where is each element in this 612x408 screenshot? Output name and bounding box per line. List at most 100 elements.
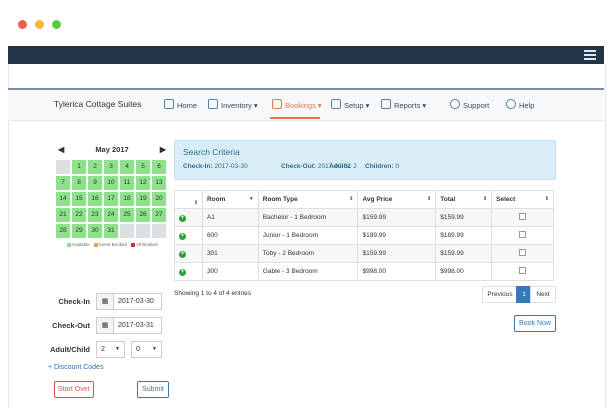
bookings-icon [272, 99, 282, 109]
calendar-day[interactable]: 23 [88, 208, 102, 222]
table-row: + 301 Toby - 2 Bedroom $159.99 $159.99 [174, 244, 554, 263]
chevron-down-icon: ▼ [115, 346, 120, 352]
calendar-day[interactable]: 20 [152, 192, 166, 206]
nav-home-label: Home [177, 101, 198, 110]
calendar-day[interactable]: 6 [152, 160, 166, 174]
checkin-label: Check-In [58, 297, 90, 306]
adults-value: 2 [101, 346, 105, 353]
calendar-empty-cell [56, 160, 70, 174]
children-select[interactable]: 0 ▼ [131, 341, 162, 358]
calendar-day[interactable]: 29 [72, 224, 86, 238]
calendar-day[interactable]: 10 [104, 176, 118, 190]
calendar-day[interactable]: 17 [104, 192, 118, 206]
calendar-day[interactable]: 11 [120, 176, 134, 190]
select-checkbox[interactable] [519, 267, 527, 274]
room-type-cell: Junior - 1 Bedroom [257, 226, 359, 245]
avg-price-cell: $159.99 [357, 244, 437, 263]
globe-icon [450, 99, 460, 109]
select-column-header[interactable]: Select ⇕ [491, 190, 554, 209]
nav-inventory[interactable]: Inventory ▾ [208, 99, 258, 110]
room-type-cell: Bachelor - 1 Bedroom [257, 208, 359, 227]
select-header-label: Select [496, 196, 516, 203]
calendar-day[interactable]: 3 [104, 160, 118, 174]
brand-name[interactable]: Tylerica Cottage Suites [54, 99, 141, 109]
calendar-day[interactable]: 19 [136, 192, 150, 206]
legend-all-booked-label: All Booked [135, 242, 158, 247]
calendar-day[interactable]: 14 [56, 192, 70, 206]
total-cell: $189.99 [435, 226, 493, 245]
calendar-day[interactable]: 12 [136, 176, 150, 190]
close-window-dot[interactable] [18, 20, 27, 29]
legend-some-booked-label: Some Booked [98, 242, 127, 247]
room-type-column-header[interactable]: Room Type ⇕ [257, 190, 359, 209]
select-checkbox[interactable] [519, 249, 527, 256]
calendar-day[interactable]: 4 [120, 160, 134, 174]
calendar-day[interactable]: 1 [72, 160, 86, 174]
calendar-day[interactable]: 8 [72, 176, 86, 190]
criteria-adults-value: 2 [353, 163, 357, 170]
calendar-next-icon[interactable]: ▶ [160, 140, 166, 160]
expand-row-icon[interactable]: + [179, 214, 186, 222]
start-over-button[interactable]: Start Over [54, 381, 94, 398]
nav-help[interactable]: Help [506, 99, 534, 110]
nav-inventory-label: Inventory ▾ [221, 101, 258, 110]
total-cell: $159.99 [435, 208, 493, 227]
maximize-window-dot[interactable] [52, 20, 61, 29]
minimize-window-dot[interactable] [35, 20, 44, 29]
calendar-day[interactable]: 7 [56, 176, 70, 190]
nav-bookings[interactable]: Bookings ▾ [272, 99, 322, 110]
calendar-day[interactable]: 27 [152, 208, 166, 222]
pagination-next[interactable]: Next [530, 286, 556, 303]
browser-chrome [0, 0, 612, 46]
calendar-day[interactable]: 28 [56, 224, 70, 238]
expand-row-icon[interactable]: + [179, 268, 186, 276]
menu-icon[interactable] [584, 48, 596, 60]
calendar-day[interactable]: 15 [72, 192, 86, 206]
nav-setup[interactable]: Setup ▾ [331, 99, 369, 110]
criteria-adults-label: Adults: [329, 163, 352, 170]
legend-some-booked: Some Booked [93, 242, 127, 247]
avg-price-column-header[interactable]: Avg Price ⇕ [357, 190, 437, 209]
select-checkbox[interactable] [519, 231, 527, 238]
criteria-children: Children: 0 [365, 163, 399, 170]
calendar-day[interactable]: 24 [104, 208, 118, 222]
calendar-day[interactable]: 25 [120, 208, 134, 222]
calendar-day[interactable]: 16 [88, 192, 102, 206]
discount-codes-link[interactable]: + Discount Codes [48, 364, 103, 371]
nav-bookings-label: Bookings ▾ [285, 101, 322, 110]
calendar-day[interactable]: 2 [88, 160, 102, 174]
calendar-day[interactable]: 18 [120, 192, 134, 206]
calendar-day[interactable]: 21 [56, 208, 70, 222]
checkin-field[interactable]: ▦ 2017-03-30 [96, 293, 162, 310]
pagination-previous[interactable]: Previous [482, 286, 518, 303]
expand-row-icon[interactable]: + [179, 250, 186, 258]
calendar-day[interactable]: 31 [104, 224, 118, 238]
home-icon [164, 99, 174, 109]
room-type-header-label: Room Type [262, 196, 298, 203]
avg-price-cell: $998.00 [357, 262, 437, 281]
calendar-day[interactable]: 9 [88, 176, 102, 190]
calendar-day[interactable]: 22 [72, 208, 86, 222]
checkout-field[interactable]: ▦ 2017-03-31 [96, 317, 162, 334]
chevron-down-icon: ▼ [152, 346, 157, 352]
nav-support[interactable]: Support [450, 99, 489, 110]
calendar-prev-icon[interactable]: ◀ [58, 140, 64, 160]
table-info: Showing 1 to 4 of 4 entries [174, 290, 251, 297]
calendar-day[interactable]: 13 [152, 176, 166, 190]
criteria-checkin-label: Check-In: [183, 163, 213, 170]
criteria-adults: Adults: 2 [329, 163, 357, 170]
book-now-button[interactable]: Book Now [514, 315, 556, 332]
calendar-day[interactable]: 5 [136, 160, 150, 174]
expand-column-header[interactable]: ⇕ [174, 190, 203, 209]
calendar-day[interactable]: 26 [136, 208, 150, 222]
calendar-day[interactable]: 30 [88, 224, 102, 238]
submit-button[interactable]: Submit [137, 381, 169, 398]
nav-reports[interactable]: Reports ▾ [381, 99, 426, 110]
expand-row-icon[interactable]: + [179, 232, 186, 240]
adults-select[interactable]: 2 ▼ [96, 341, 125, 358]
room-column-header[interactable]: Room ▼ [201, 190, 259, 209]
nav-home[interactable]: Home [164, 99, 197, 110]
total-column-header[interactable]: Total ⇕ [435, 190, 493, 209]
select-checkbox[interactable] [519, 213, 527, 220]
availability-calendar: ◀ May 2017 ▶ 1 2 3 4 5 6 7 8 9 10 11 12 … [56, 140, 168, 247]
